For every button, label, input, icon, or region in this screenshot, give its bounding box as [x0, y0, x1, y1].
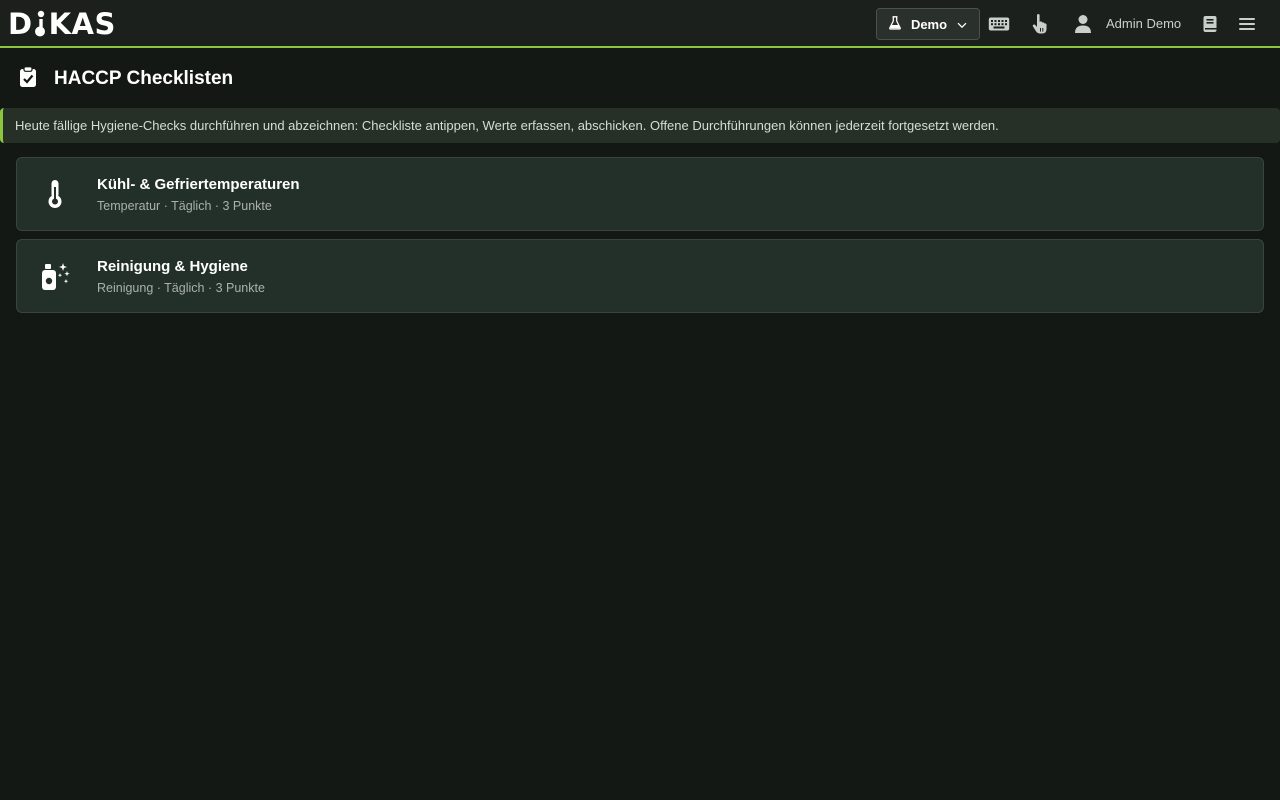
touch-icon[interactable]	[1028, 12, 1052, 36]
app-logo[interactable]: D KAS	[8, 7, 116, 41]
logo-prefix: D	[8, 7, 33, 41]
user-icon[interactable]	[1071, 12, 1095, 36]
environment-selector-label: Demo	[910, 16, 948, 32]
checklist-meta: Reinigung · Täglich · 3 Punkte	[97, 281, 265, 295]
page-title: HACCP Checklisten	[54, 68, 234, 89]
clipboard-check-icon	[18, 65, 38, 93]
top-bar: D KAS Demo Admin Demo	[0, 0, 1280, 48]
info-banner: Heute fällige Hygiene-Checks durchführen…	[0, 108, 1280, 143]
page-header: HACCP Checklisten	[18, 65, 234, 93]
info-banner-text: Heute fällige Hygiene-Checks durchführen…	[15, 118, 999, 133]
spray-bottle-icon	[39, 260, 71, 292]
checklist-title: Reinigung & Hygiene	[97, 258, 248, 275]
logo-suffix: KAS	[48, 7, 116, 41]
keyboard-icon[interactable]	[987, 12, 1011, 36]
chevron-down-icon	[957, 17, 967, 32]
book-icon[interactable]	[1198, 12, 1222, 36]
flask-icon	[889, 15, 901, 33]
checklist-card-cleaning[interactable]: Reinigung & Hygiene Reinigung · Täglich …	[16, 239, 1264, 313]
checklist-card-temperature[interactable]: Kühl- & Gefriertemperaturen Temperatur ·…	[16, 157, 1264, 231]
checklist-meta: Temperatur · Täglich · 3 Punkte	[97, 199, 272, 213]
environment-selector[interactable]: Demo	[876, 8, 980, 40]
checklist-title: Kühl- & Gefriertemperaturen	[97, 176, 300, 193]
menu-icon[interactable]	[1235, 12, 1259, 36]
thermometer-icon	[39, 178, 71, 210]
logo-pin-glyph	[33, 9, 49, 39]
user-name[interactable]: Admin Demo	[1106, 16, 1181, 31]
